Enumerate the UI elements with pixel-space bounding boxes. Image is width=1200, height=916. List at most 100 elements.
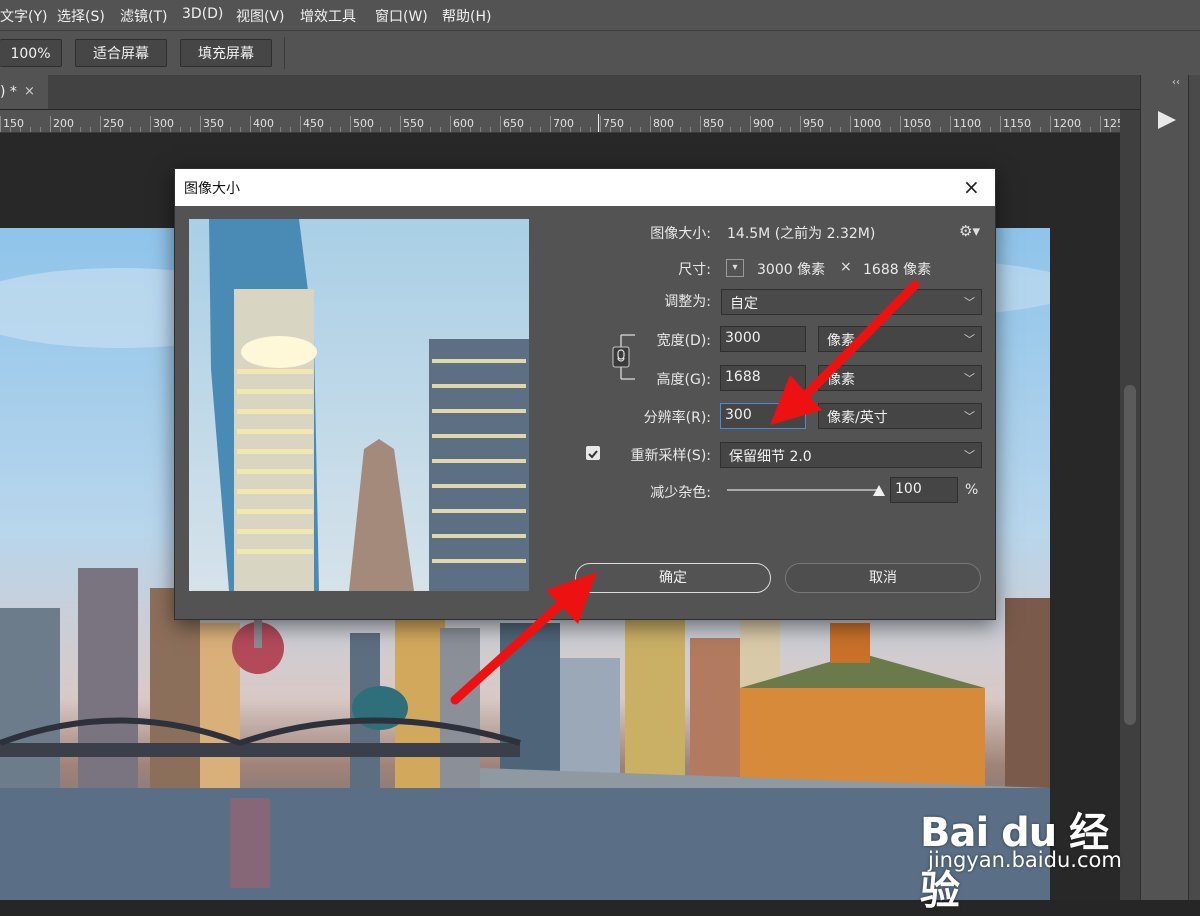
ruler-minor-tick (1090, 127, 1091, 132)
ruler-minor-tick (710, 127, 711, 132)
menu-filter[interactable]: 滤镜(T) (120, 6, 167, 26)
dialog-title-bar[interactable]: 图像大小 × (175, 169, 995, 206)
collapse-panels-icon[interactable]: ‹‹ (1172, 77, 1180, 88)
resolution-unit-select[interactable]: 像素/英寸 ﹀ (818, 403, 982, 429)
ruler-minor-tick (810, 127, 811, 132)
close-icon[interactable]: × (24, 84, 35, 99)
ruler-tick-label: 1200 (1053, 117, 1081, 130)
height-unit-select[interactable]: 像素 ﹀ (818, 365, 982, 391)
ruler-minor-tick (420, 127, 421, 132)
ruler-tick-line (1000, 116, 1001, 132)
image-size-dialog: 图像大小 × 图像大小: 14.5M (之前为 2.32M) ⚙▾ 尺寸: ▾ … (174, 168, 996, 620)
height-label: 高度(G): (656, 372, 712, 388)
ruler-minor-tick (880, 127, 881, 132)
ruler-minor-tick (720, 127, 721, 132)
resample-method-select[interactable]: 保留细节 2.0 ﹀ (720, 442, 982, 468)
cancel-button[interactable]: 取消 (785, 563, 981, 593)
watermark-url: jingyan.baidu.com (928, 848, 1122, 872)
options-bar: 100% 适合屏幕 填充屏幕 (0, 30, 1200, 75)
ruler-tick-line (250, 116, 251, 132)
ruler-minor-tick (670, 127, 671, 132)
resolution-input[interactable]: 300 (720, 403, 806, 429)
ruler-minor-tick (260, 127, 261, 132)
ruler-minor-tick (1080, 127, 1081, 132)
options-separator (284, 37, 285, 69)
ruler-tick-line (800, 116, 801, 132)
ruler-minor-tick (960, 127, 961, 132)
fit-to-label: 调整为: (664, 294, 711, 310)
ruler-tick-line (1100, 116, 1101, 132)
scrollbar-thumb[interactable] (1124, 385, 1136, 725)
vertical-scrollbar[interactable] (1120, 110, 1140, 900)
ruler-minor-tick (190, 127, 191, 132)
chevron-down-icon[interactable]: ▾ (726, 259, 744, 277)
ruler-tick-line (0, 116, 1, 132)
ruler-minor-tick (160, 127, 161, 132)
chevron-down-icon: ﹀ (964, 372, 975, 385)
menu-help[interactable]: 帮助(H) (442, 6, 491, 26)
height-unit-value: 像素 (827, 372, 855, 388)
ruler-minor-tick (210, 127, 211, 132)
image-preview[interactable] (189, 219, 529, 591)
menu-select[interactable]: 选择(S) (57, 6, 105, 26)
ruler-minor-tick (60, 127, 61, 132)
chevron-down-icon: ﹀ (964, 333, 975, 346)
ruler-minor-tick (460, 127, 461, 132)
ruler-minor-tick (570, 127, 571, 132)
fit-screen-button[interactable]: 适合屏幕 (75, 39, 167, 67)
gear-icon[interactable]: ⚙▾ (959, 222, 980, 240)
ruler-tick-label: 1150 (1003, 117, 1031, 130)
document-tab-name: ) * (0, 84, 17, 100)
ruler-minor-tick (510, 127, 511, 132)
ruler-minor-tick (230, 127, 231, 132)
noise-slider-handle[interactable] (873, 485, 885, 496)
menu-plugins[interactable]: 增效工具 (300, 6, 356, 26)
noise-slider-track[interactable] (727, 489, 879, 491)
height-input[interactable]: 1688 (720, 365, 806, 391)
image-size-label: 图像大小: (650, 226, 711, 242)
panel-dock (1140, 75, 1189, 900)
ruler-tick-label: 1050 (903, 117, 931, 130)
ruler-tick-line (450, 116, 451, 132)
document-tab[interactable]: ) * × (0, 75, 48, 109)
ruler-tick-line (550, 116, 551, 132)
play-actions-icon[interactable] (1150, 104, 1182, 136)
dialog-title: 图像大小 (184, 181, 240, 197)
preview-image (189, 219, 529, 591)
noise-input[interactable]: 100 (890, 477, 958, 503)
ruler-minor-tick (520, 127, 521, 132)
menu-window[interactable]: 窗口(W) (375, 6, 428, 26)
fit-to-select[interactable]: 自定 ﹀ (721, 289, 982, 315)
ruler-minor-tick (270, 127, 271, 132)
ruler-minor-tick (820, 127, 821, 132)
zoom-100-button[interactable]: 100% (0, 39, 62, 67)
ruler-minor-tick (790, 127, 791, 132)
width-input[interactable]: 3000 (720, 326, 806, 352)
ruler-minor-tick (290, 127, 291, 132)
dimensions-width: 3000 像素 (757, 262, 826, 278)
ruler-minor-tick (560, 127, 561, 132)
menu-3d[interactable]: 3D(D) (182, 6, 223, 22)
ruler-minor-tick (1010, 127, 1011, 132)
ruler-minor-tick (860, 127, 861, 132)
ruler-tick-line (400, 116, 401, 132)
ruler-minor-tick (740, 127, 741, 132)
ruler-minor-tick (70, 127, 71, 132)
horizontal-ruler[interactable]: 150 200 250 300 350 400 450 500 550 600 650 700 750 8… (0, 110, 1120, 133)
ruler-minor-tick (730, 127, 731, 132)
menu-type[interactable]: 文字(Y) (0, 6, 47, 26)
ruler-minor-tick (590, 127, 591, 132)
menu-view[interactable]: 视图(V) (236, 6, 285, 26)
ruler-minor-tick (840, 127, 841, 132)
ruler-minor-tick (370, 127, 371, 132)
ruler-minor-tick (140, 127, 141, 132)
ruler-tick-line (1050, 116, 1051, 132)
ruler-tick-line (750, 116, 751, 132)
fill-screen-button[interactable]: 填充屏幕 (180, 39, 272, 67)
width-unit-select[interactable]: 像素 ﹀ (818, 326, 982, 352)
ruler-tick-label: 1000 (853, 117, 881, 130)
ok-button[interactable]: 确定 (575, 563, 771, 593)
ruler-minor-tick (910, 127, 911, 132)
close-icon[interactable]: × (963, 175, 980, 199)
ruler-minor-tick (990, 127, 991, 132)
